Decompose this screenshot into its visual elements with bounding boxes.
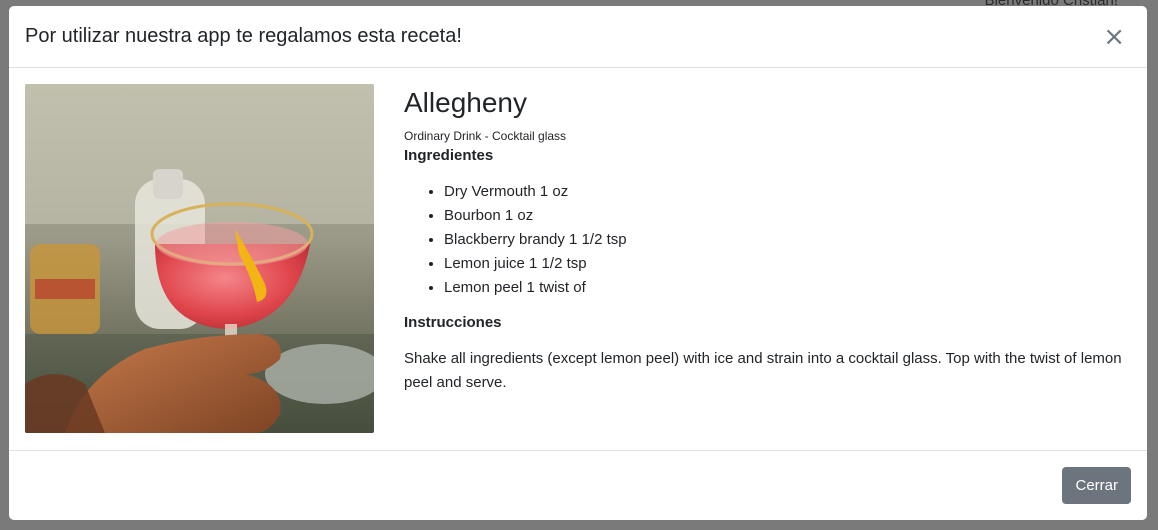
close-button[interactable]: Cerrar	[1062, 467, 1131, 504]
recipe-modal: Por utilizar nuestra app te regalamos es…	[9, 6, 1147, 520]
recipe-info: Allegheny Ordinary Drink - Cocktail glas…	[404, 84, 1131, 434]
list-item: Blackberry brandy 1 1/2 tsp	[444, 228, 1131, 252]
recipe-name: Allegheny	[404, 87, 527, 118]
list-item: Dry Vermouth 1 oz	[444, 180, 1131, 204]
cocktail-image	[25, 84, 374, 433]
close-icon[interactable]: ×	[1097, 24, 1131, 50]
list-item: Lemon juice 1 1/2 tsp	[444, 252, 1131, 276]
ingredients-list: Dry Vermouth 1 oz Bourbon 1 oz Blackberr…	[404, 180, 1131, 300]
modal-footer: Cerrar	[9, 450, 1147, 520]
ingredients-heading: Ingredientes	[404, 147, 494, 164]
modal-title: Por utilizar nuestra app te regalamos es…	[25, 25, 462, 47]
recipe-category: Ordinary Drink - Cocktail glass	[404, 129, 567, 143]
modal-header: Por utilizar nuestra app te regalamos es…	[9, 6, 1147, 68]
list-item: Lemon peel 1 twist of	[444, 276, 1131, 300]
instructions-text: Shake all ingredients (except lemon peel…	[404, 350, 1122, 391]
modal-body: Allegheny Ordinary Drink - Cocktail glas…	[9, 68, 1147, 450]
instructions-heading: Instrucciones	[404, 314, 502, 331]
list-item: Bourbon 1 oz	[444, 204, 1131, 228]
